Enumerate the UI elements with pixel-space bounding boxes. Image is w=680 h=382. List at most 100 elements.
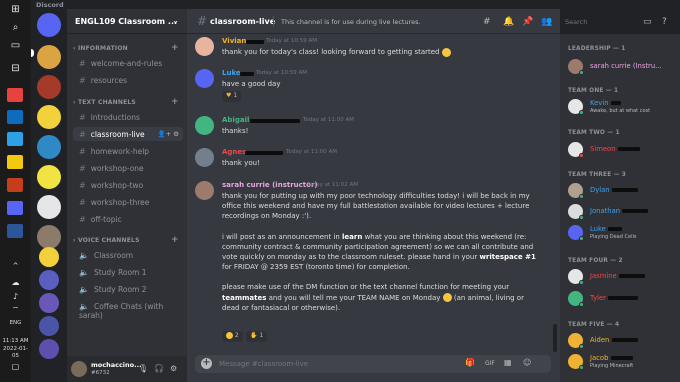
voice-channel-classroom[interactable]: 🔈 Classroom — [73, 248, 183, 262]
search-input[interactable] — [561, 15, 635, 28]
server-icon-white[interactable] — [37, 195, 61, 219]
clock-date[interactable]: 2022-01-05 — [0, 346, 31, 360]
message-timestamp: Today at 11:00 AM — [286, 149, 338, 155]
discord-taskbar-icon[interactable] — [7, 201, 23, 215]
help-icon[interactable]: ? — [662, 17, 667, 27]
emoji-picker-icon[interactable]: ☺ — [523, 358, 531, 367]
message-input[interactable] — [219, 359, 459, 369]
category-voice-channels[interactable]: › VOICE CHANNELS + — [73, 235, 179, 245]
avatar[interactable] — [195, 148, 214, 167]
category-information[interactable]: › INFORMATION + — [73, 43, 179, 53]
message-author[interactable]: Vivian — [222, 37, 246, 45]
server-icon-crest[interactable] — [37, 75, 61, 99]
avatar[interactable] — [195, 116, 214, 135]
powerpoint-icon[interactable] — [7, 178, 23, 192]
channel-topic[interactable]: This channel is for use during live lect… — [281, 18, 421, 26]
gif-icon[interactable]: GIF — [485, 360, 495, 367]
server-icon-small-2[interactable] — [39, 270, 59, 290]
threads-icon[interactable]: # — [483, 17, 491, 27]
member-jasmine[interactable]: Jasmine — [568, 268, 678, 286]
channel-welcome-and-rules[interactable]: # welcome-and-rules — [73, 56, 183, 70]
speaker-icon: 🔈 — [79, 285, 89, 294]
attach-plus-icon[interactable]: + — [201, 358, 212, 369]
channel-resources[interactable]: # resources — [73, 73, 183, 87]
server-header[interactable]: ENGL109 Classroom ... ⌄ — [67, 9, 187, 34]
windows-start-icon[interactable]: ⊞ — [0, 4, 31, 15]
headphones-icon[interactable]: 🎧 — [154, 364, 164, 373]
channel-workshop-two[interactable]: # workshop-two — [73, 178, 183, 192]
channel-workshop-three[interactable]: # workshop-three — [73, 195, 183, 209]
channel-classroom-live[interactable]: # classroom-live 👤+ ⚙ — [73, 127, 183, 141]
avatar[interactable] — [195, 69, 214, 88]
server-icon-small-3[interactable] — [39, 293, 59, 313]
category-label: VOICE CHANNELS — [77, 237, 140, 244]
add-channel-icon[interactable]: + — [171, 235, 179, 245]
member-kevin[interactable]: Kevin Awake, but at what cost — [568, 98, 678, 116]
voice-channel-coffee-chats[interactable]: 🔈 Coffee Chats (with sarah) — [73, 299, 183, 320]
channel-introductions[interactable]: # introductions — [73, 110, 183, 124]
server-icon-yellow-logo[interactable] — [37, 165, 61, 189]
message-author[interactable]: sarah currie (instructor) — [222, 181, 318, 189]
microphone-icon[interactable]: 🎙 — [138, 364, 148, 373]
server-icon-pikachu-2[interactable] — [37, 105, 61, 129]
member-list-icon[interactable]: 👥 — [541, 17, 552, 27]
gift-icon[interactable]: 🎁 — [465, 358, 475, 367]
tray-chevron-icon[interactable]: ^ — [0, 262, 31, 270]
notification-icon[interactable]: ▢ — [0, 362, 31, 371]
reaction-chip[interactable]: 2 — [222, 331, 243, 342]
member-dylan[interactable]: Dylan — [568, 182, 678, 200]
message-author[interactable]: Agnes — [222, 148, 246, 156]
cloud-icon[interactable]: ☁ — [0, 278, 31, 287]
language-indicator[interactable]: ENG — [0, 320, 31, 327]
avatar[interactable] — [195, 181, 214, 200]
word-icon[interactable] — [7, 224, 23, 238]
discord-home-icon[interactable] — [37, 13, 61, 37]
message-author[interactable]: Luke — [222, 69, 241, 77]
voice-channel-study-room-1[interactable]: 🔈 Study Room 1 — [73, 265, 183, 279]
server-icon-pikachu-1[interactable] — [37, 45, 61, 69]
pin-icon[interactable]: 📌 — [522, 17, 533, 27]
edge-icon[interactable] — [7, 132, 23, 146]
member-sarah[interactable]: sarah currie (Instru... — [568, 58, 678, 76]
member-jacob[interactable]: Jacob Playing Minecraft — [568, 353, 678, 371]
hash-icon: # — [197, 14, 208, 28]
server-icon-small-5[interactable] — [39, 339, 59, 359]
app-icon-yellow[interactable] — [7, 155, 23, 169]
category-text-channels[interactable]: › TEXT CHANNELS + — [73, 97, 179, 107]
notification-bell-icon[interactable]: 🔔 — [503, 17, 514, 27]
server-icon-blue[interactable] — [37, 135, 61, 159]
app-icon-1[interactable] — [7, 88, 23, 102]
member-tyler[interactable]: Tyler — [568, 290, 678, 308]
server-icon-small-1[interactable] — [39, 247, 59, 267]
server-icon-animal[interactable] — [37, 225, 61, 249]
channel-off-topic[interactable]: # off-topic — [73, 212, 183, 226]
server-icon-small-4[interactable] — [39, 316, 59, 336]
scrollbar-thumb[interactable] — [553, 324, 557, 352]
member-simeon[interactable]: Simeon — [568, 141, 678, 159]
avatar[interactable] — [195, 37, 214, 56]
voice-channel-study-room-2[interactable]: 🔈 Study Room 2 — [73, 282, 183, 296]
add-channel-icon[interactable]: + — [171, 43, 179, 53]
channel-workshop-one[interactable]: # workshop-one — [73, 161, 183, 175]
sticker-icon[interactable]: ▦ — [504, 358, 512, 367]
member-jonathan[interactable]: Jonathan — [568, 203, 678, 221]
member-name: Aiden — [590, 336, 638, 344]
search-icon[interactable]: ⌕ — [0, 22, 31, 33]
member-aiden[interactable]: Aiden — [568, 332, 678, 350]
settings-gear-icon[interactable]: ⚙ — [170, 364, 177, 373]
invite-settings-icons[interactable]: 👤+ ⚙ — [158, 130, 179, 138]
task-view-icon[interactable]: ▭ — [0, 40, 31, 51]
wifi-icon[interactable]: ⌔ — [0, 305, 31, 315]
outlook-icon[interactable] — [7, 110, 23, 124]
reaction-chip[interactable]: ♥ 1 — [222, 91, 242, 102]
inbox-icon[interactable]: ▭ — [643, 17, 652, 27]
user-avatar[interactable] — [71, 361, 87, 377]
add-channel-icon[interactable]: + — [171, 97, 179, 107]
channel-homework-help[interactable]: # homework-help — [73, 144, 183, 158]
member-luke[interactable]: Luke Playing Dead Cells — [568, 224, 678, 242]
widgets-icon[interactable]: ⊟ — [0, 63, 31, 74]
clock-time[interactable]: 11:13 AM — [0, 338, 31, 345]
message-author[interactable]: Abigail — [222, 116, 249, 124]
volume-icon[interactable]: ♪ — [0, 292, 31, 301]
reaction-chip[interactable]: ✋ 1 — [246, 331, 268, 342]
